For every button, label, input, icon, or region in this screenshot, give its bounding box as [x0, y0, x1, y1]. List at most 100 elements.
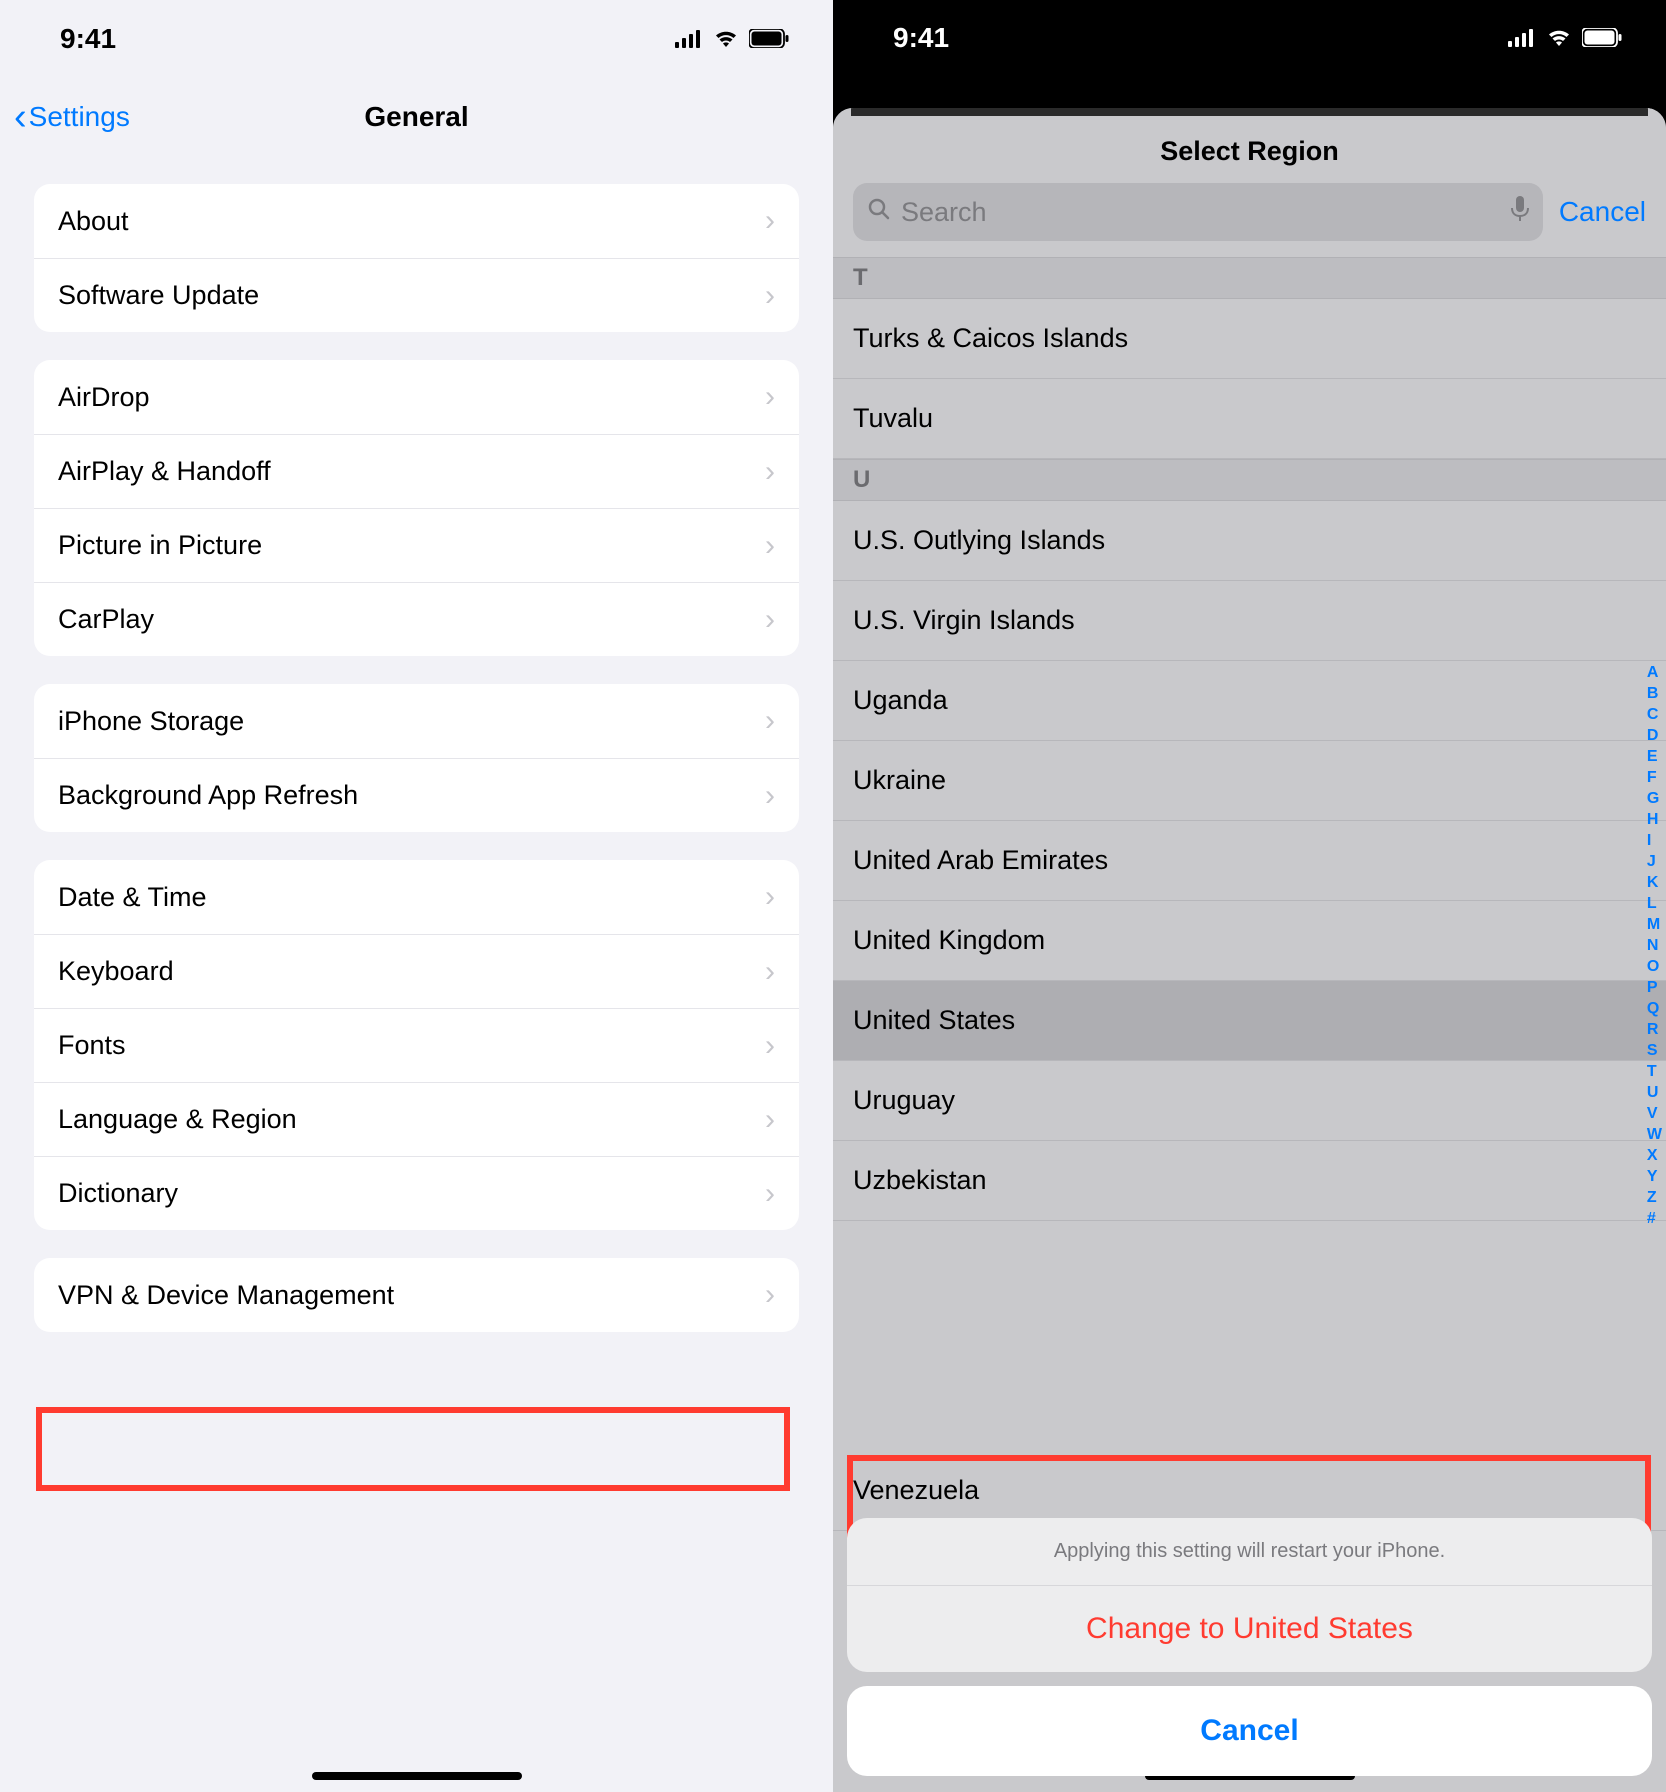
- index-letter[interactable]: Z: [1647, 1187, 1662, 1208]
- index-letter[interactable]: V: [1647, 1103, 1662, 1124]
- row-label: Background App Refresh: [58, 780, 358, 811]
- row-carplay[interactable]: CarPlay›: [34, 582, 799, 656]
- group-vpn: VPN & Device Management›: [34, 1258, 799, 1332]
- index-letter[interactable]: N: [1647, 935, 1662, 956]
- status-icons: [1508, 22, 1622, 54]
- action-sheet-cancel-button[interactable]: Cancel: [847, 1686, 1652, 1776]
- row-pip[interactable]: Picture in Picture›: [34, 508, 799, 582]
- chevron-right-icon: ›: [765, 457, 775, 487]
- home-indicator[interactable]: [312, 1772, 522, 1780]
- index-letter[interactable]: L: [1647, 893, 1662, 914]
- chevron-right-icon: ›: [765, 605, 775, 635]
- action-sheet: Applying this setting will restart your …: [847, 1518, 1652, 1776]
- row-label: Keyboard: [58, 956, 174, 987]
- region-row-selected[interactable]: United States: [833, 981, 1666, 1061]
- group-about: About› Software Update ›: [34, 184, 799, 332]
- row-keyboard[interactable]: Keyboard ›: [34, 934, 799, 1008]
- index-letter[interactable]: J: [1647, 851, 1662, 872]
- status-bar: 9:41: [0, 0, 833, 78]
- section-header-u: U: [833, 459, 1666, 501]
- row-iphone-storage[interactable]: iPhone Storage›: [34, 684, 799, 758]
- region-row[interactable]: Uruguay: [833, 1061, 1666, 1141]
- status-time: 9:41: [893, 22, 949, 54]
- row-fonts[interactable]: Fonts›: [34, 1008, 799, 1082]
- row-vpn[interactable]: VPN & Device Management›: [34, 1258, 799, 1332]
- cellular-icon: [675, 23, 703, 55]
- index-letter[interactable]: M: [1647, 914, 1662, 935]
- region-row[interactable]: U.S. Outlying Islands: [833, 501, 1666, 581]
- alphabet-index[interactable]: A B C D E F G H I J K L M N O P Q R S T …: [1647, 662, 1662, 1229]
- nav-bar: ‹ Settings General: [0, 78, 833, 156]
- back-button[interactable]: ‹ Settings: [14, 98, 130, 136]
- index-letter[interactable]: B: [1647, 683, 1662, 704]
- action-sheet-message: Applying this setting will restart your …: [847, 1518, 1652, 1585]
- index-letter[interactable]: C: [1647, 704, 1662, 725]
- section-header-t: T: [833, 257, 1666, 299]
- index-letter[interactable]: A: [1647, 662, 1662, 683]
- status-bar: 9:41: [833, 0, 1666, 75]
- row-label: Language & Region: [58, 1104, 297, 1135]
- index-letter[interactable]: H: [1647, 809, 1662, 830]
- cellular-icon: [1508, 22, 1536, 54]
- region-row[interactable]: Uganda: [833, 661, 1666, 741]
- chevron-right-icon: ›: [765, 1105, 775, 1135]
- row-label: Software Update: [58, 280, 259, 311]
- row-about[interactable]: About›: [34, 184, 799, 258]
- region-row[interactable]: United Arab Emirates: [833, 821, 1666, 901]
- row-label: AirPlay & Handoff: [58, 456, 271, 487]
- chevron-right-icon: ›: [765, 1031, 775, 1061]
- region-row[interactable]: Turks & Caicos Islands: [833, 299, 1666, 379]
- index-letter[interactable]: W: [1647, 1124, 1662, 1145]
- sheet-title: Select Region: [833, 108, 1666, 183]
- index-letter[interactable]: R: [1647, 1019, 1662, 1040]
- index-letter[interactable]: X: [1647, 1145, 1662, 1166]
- row-label: AirDrop: [58, 382, 150, 413]
- group-storage: iPhone Storage› Background App Refresh ›: [34, 684, 799, 832]
- chevron-right-icon: ›: [765, 1280, 775, 1310]
- index-letter[interactable]: E: [1647, 746, 1662, 767]
- region-row[interactable]: U.S. Virgin Islands: [833, 581, 1666, 661]
- index-letter[interactable]: #: [1647, 1208, 1662, 1229]
- change-region-button[interactable]: Change to United States: [847, 1585, 1652, 1672]
- group-airdrop: AirDrop› AirPlay & Handoff› Picture in P…: [34, 360, 799, 656]
- region-row[interactable]: United Kingdom: [833, 901, 1666, 981]
- index-letter[interactable]: Q: [1647, 998, 1662, 1019]
- back-label: Settings: [29, 101, 130, 133]
- row-software-update[interactable]: Software Update ›: [34, 258, 799, 332]
- row-bg-refresh[interactable]: Background App Refresh ›: [34, 758, 799, 832]
- region-row[interactable]: Ukraine: [833, 741, 1666, 821]
- index-letter[interactable]: G: [1647, 788, 1662, 809]
- index-letter[interactable]: U: [1647, 1082, 1662, 1103]
- row-dictionary[interactable]: Dictionary›: [34, 1156, 799, 1230]
- mic-icon[interactable]: [1511, 196, 1529, 229]
- screen-general-settings: 9:41 ‹ Settings General About› Software …: [0, 0, 833, 1792]
- chevron-right-icon: ›: [765, 781, 775, 811]
- row-airplay-handoff[interactable]: AirPlay & Handoff ›: [34, 434, 799, 508]
- index-letter[interactable]: P: [1647, 977, 1662, 998]
- row-date-time[interactable]: Date & Time ›: [34, 860, 799, 934]
- chevron-right-icon: ›: [765, 1179, 775, 1209]
- search-input[interactable]: Search: [853, 183, 1543, 241]
- chevron-right-icon: ›: [765, 882, 775, 912]
- index-letter[interactable]: D: [1647, 725, 1662, 746]
- index-letter[interactable]: Y: [1647, 1166, 1662, 1187]
- index-letter[interactable]: T: [1647, 1061, 1662, 1082]
- region-row[interactable]: Tuvalu: [833, 379, 1666, 459]
- index-letter[interactable]: I: [1647, 830, 1662, 851]
- index-letter[interactable]: K: [1647, 872, 1662, 893]
- row-label: About: [58, 206, 129, 237]
- search-row: Search Cancel: [833, 183, 1666, 257]
- chevron-right-icon: ›: [765, 957, 775, 987]
- row-airdrop[interactable]: AirDrop›: [34, 360, 799, 434]
- chevron-right-icon: ›: [765, 281, 775, 311]
- row-label: Date & Time: [58, 882, 207, 913]
- status-time: 9:41: [60, 23, 116, 55]
- status-icons: [675, 23, 789, 55]
- index-letter[interactable]: S: [1647, 1040, 1662, 1061]
- row-language-region[interactable]: Language & Region ›: [34, 1082, 799, 1156]
- battery-icon: [749, 23, 789, 55]
- index-letter[interactable]: F: [1647, 767, 1662, 788]
- search-cancel-button[interactable]: Cancel: [1559, 196, 1646, 228]
- region-row[interactable]: Uzbekistan: [833, 1141, 1666, 1221]
- index-letter[interactable]: O: [1647, 956, 1662, 977]
